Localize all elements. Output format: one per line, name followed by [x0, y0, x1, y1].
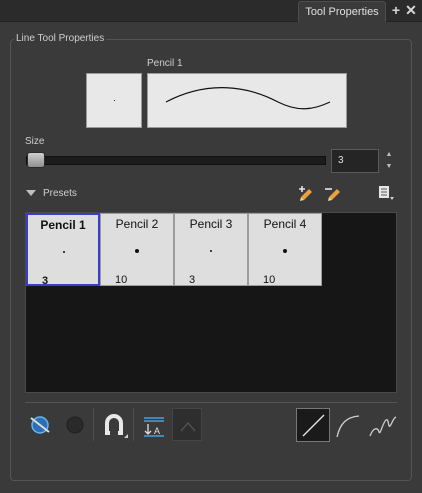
straight-line-icon[interactable] — [296, 408, 330, 442]
panel-title: Line Tool Properties — [14, 32, 107, 46]
stroke-preview-curve — [165, 87, 331, 110]
preset-name: Pencil 3 — [189, 217, 233, 231]
rename-preset-icon[interactable] — [324, 184, 342, 202]
auto-fill-icon[interactable] — [60, 408, 90, 441]
preset-size: 3 — [189, 274, 196, 286]
toolbar-divider — [25, 402, 397, 403]
panel-tab-bar: Tool Properties + ✕ — [0, 0, 422, 22]
preset-tip-dot — [63, 251, 65, 253]
curve-line-icon[interactable] — [332, 408, 366, 442]
tip-preview-dot — [114, 100, 115, 101]
preset-tip-dot — [210, 250, 212, 252]
svg-text:A: A — [154, 426, 160, 436]
size-slider-thumb[interactable] — [27, 152, 45, 168]
plus-icon[interactable]: + — [389, 3, 403, 17]
toolbar-separator — [93, 408, 94, 441]
preset-size: 10 — [263, 274, 276, 286]
arrange-icon[interactable]: A — [139, 408, 169, 441]
preset-size: 10 — [115, 274, 128, 286]
size-increment-icon[interactable]: ▲ — [383, 150, 395, 160]
tab-tool-properties[interactable]: Tool Properties — [298, 1, 386, 22]
snap-icon[interactable] — [99, 408, 129, 441]
preset-tip-dot — [283, 249, 287, 253]
presets-label: Presets — [43, 188, 77, 199]
freehand-line-icon[interactable] — [366, 408, 400, 442]
size-input[interactable]: 3 — [331, 149, 379, 173]
preset-pencil-2[interactable]: Pencil 2 10 — [100, 213, 174, 286]
auto-flatten-icon[interactable] — [26, 408, 56, 441]
presets-menu-icon[interactable] — [377, 184, 395, 202]
size-label: Size — [25, 136, 45, 147]
preset-pencil-4[interactable]: Pencil 4 10 — [248, 213, 322, 286]
preset-size: 3 — [42, 275, 49, 287]
close-icon[interactable]: ✕ — [404, 3, 418, 17]
preset-name: Pencil 4 — [263, 217, 307, 231]
preset-name: Pencil 2 — [115, 217, 159, 231]
stroke-preview — [147, 73, 347, 128]
presets-collapse-icon[interactable] — [26, 190, 36, 196]
new-preset-icon[interactable] — [298, 184, 316, 202]
preset-tip-dot — [135, 249, 139, 253]
size-decrement-icon[interactable]: ▼ — [383, 162, 395, 172]
preset-pencil-3[interactable]: Pencil 3 3 — [174, 213, 248, 286]
preset-pencil-1[interactable]: Pencil 1 3 — [26, 213, 100, 287]
toolbar-separator — [133, 408, 134, 441]
size-slider[interactable] — [26, 156, 326, 165]
preset-name: Pencil 1 — [40, 218, 86, 232]
join-icon[interactable] — [172, 408, 202, 441]
tip-preview — [86, 73, 142, 128]
preset-preview-label: Pencil 1 — [147, 58, 183, 69]
